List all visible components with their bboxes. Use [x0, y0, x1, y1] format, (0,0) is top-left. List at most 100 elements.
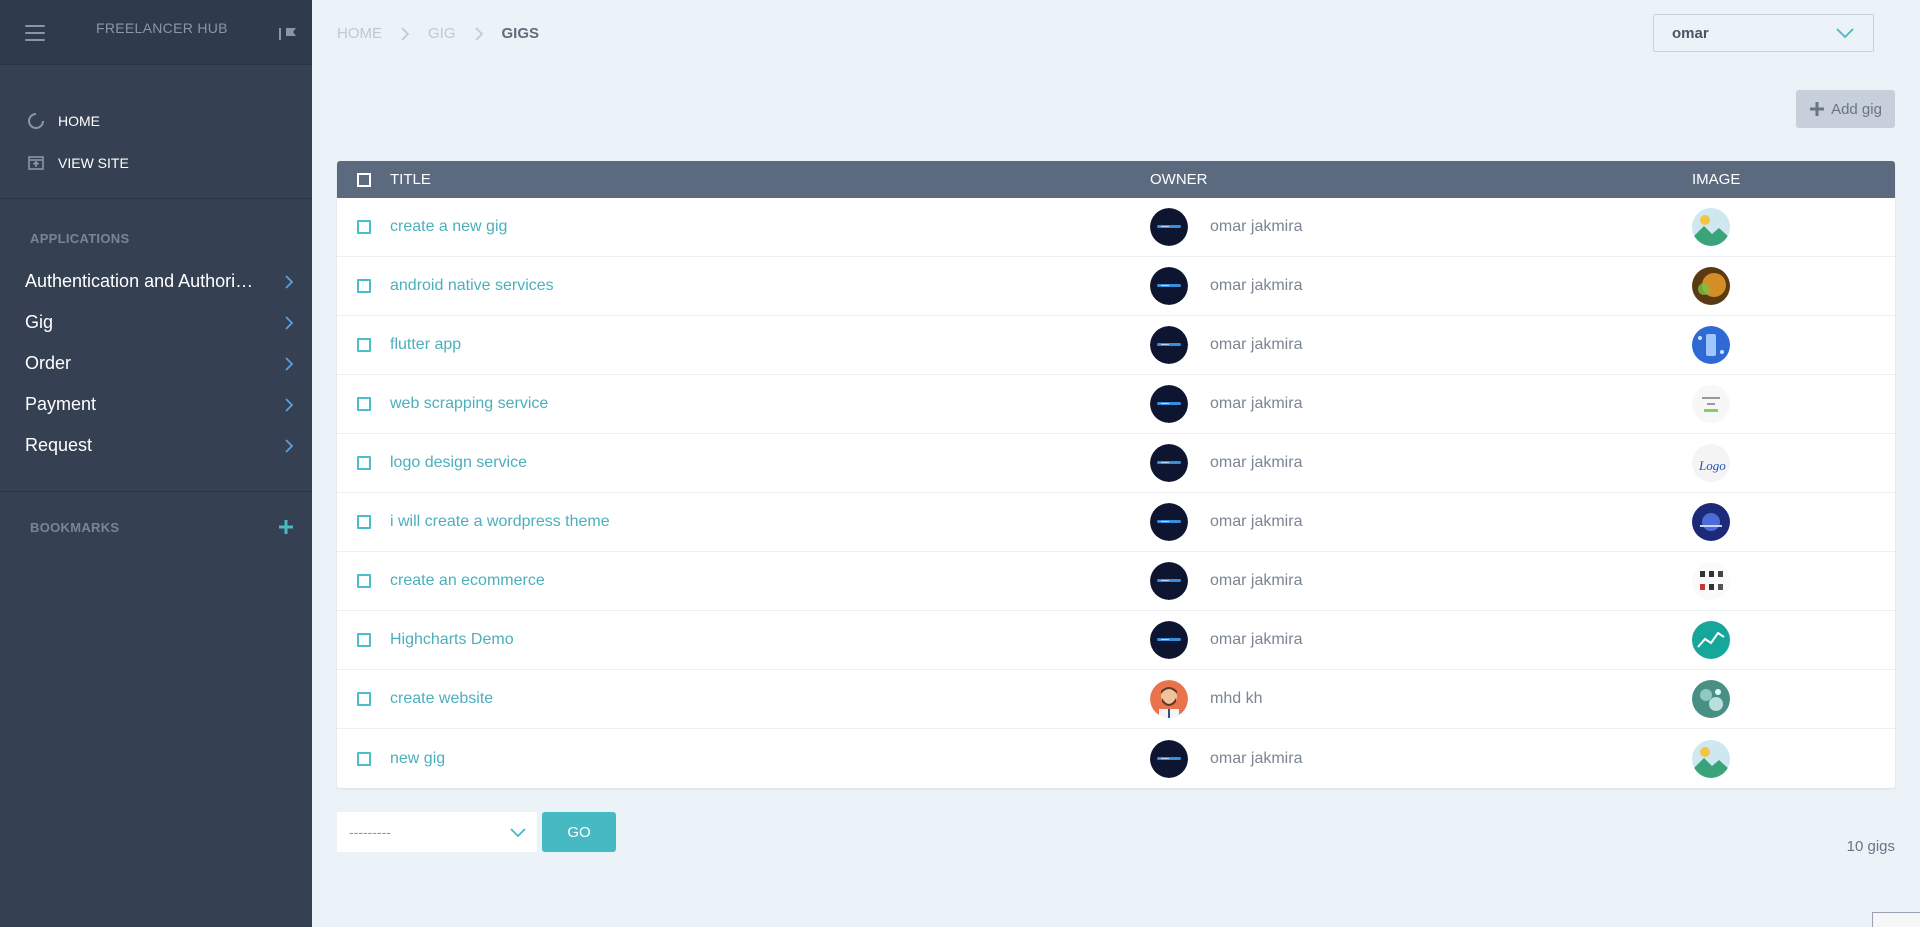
gig-image-thumbnail[interactable]: [1692, 385, 1730, 423]
user-select-value: omar: [1672, 24, 1709, 42]
hamburger-menu-icon[interactable]: [25, 25, 45, 41]
row-checkbox[interactable]: [356, 751, 371, 766]
sidebar-item-authentication[interactable]: Authentication and Authoriz…: [0, 261, 312, 302]
row-checkbox[interactable]: [356, 456, 371, 470]
sidebar-link-home[interactable]: HOME: [0, 100, 312, 142]
owner-name: omar jakmira: [1210, 631, 1303, 648]
gig-image-thumbnail[interactable]: [1692, 267, 1730, 305]
column-header-owner[interactable]: OWNER: [1150, 171, 1692, 188]
applications-title: APPLICATIONS: [30, 231, 130, 246]
table-row: create website mhd kh: [337, 670, 1895, 729]
owner-cell: omar jakmira: [1150, 385, 1692, 423]
user-select[interactable]: omar: [1653, 14, 1874, 52]
select-all-checkbox[interactable]: [356, 172, 371, 187]
owner-avatar: [1150, 326, 1188, 364]
gig-title-link[interactable]: create an ecommerce: [390, 572, 545, 589]
owner-name: omar jakmira: [1210, 218, 1303, 235]
gig-title-link[interactable]: create a new gig: [390, 218, 507, 235]
row-checkbox[interactable]: [356, 515, 371, 529]
owner-cell: mhd kh: [1150, 680, 1692, 718]
owner-name: omar jakmira: [1210, 454, 1303, 471]
gig-title-link[interactable]: new gig: [390, 750, 445, 767]
owner-cell: omar jakmira: [1150, 444, 1692, 482]
pin-icon[interactable]: [278, 24, 298, 42]
add-bookmark-icon[interactable]: [276, 517, 296, 537]
gig-image-thumbnail[interactable]: [1692, 621, 1730, 659]
gig-title-link[interactable]: i will create a wordpress theme: [390, 513, 610, 530]
chevron-down-icon: [1836, 28, 1854, 39]
gig-title-link[interactable]: web scrapping service: [390, 395, 548, 412]
row-checkbox[interactable]: [356, 338, 371, 352]
owner-name: omar jakmira: [1210, 749, 1303, 767]
column-header-title[interactable]: TITLE: [390, 171, 1150, 188]
gig-title-link[interactable]: logo design service: [390, 454, 527, 471]
row-checkbox[interactable]: [356, 397, 371, 411]
sidebar-link-view-site[interactable]: VIEW SITE: [0, 142, 312, 184]
gig-title-link[interactable]: Highcharts Demo: [390, 631, 514, 648]
table-body: create a new gig omar jakmira android nati…: [337, 198, 1895, 788]
main-content: HOME GIG GIGS omar Add gig TITLE OWNER I…: [312, 0, 1920, 927]
sidebar-item-payment[interactable]: Payment: [0, 384, 312, 425]
owner-cell: omar jakmira: [1150, 326, 1692, 364]
gig-image-thumbnail[interactable]: [1692, 503, 1730, 541]
gig-image-thumbnail[interactable]: [1692, 326, 1730, 364]
chevron-right-icon: [285, 438, 294, 453]
row-checkbox[interactable]: [356, 692, 371, 706]
breadcrumb-gigs: GIGS: [501, 25, 540, 42]
owner-cell: omar jakmira: [1150, 621, 1692, 659]
sidebar-links: HOME VIEW SITE: [0, 65, 312, 199]
chevron-right-icon: [285, 397, 294, 412]
resize-corner: [1872, 912, 1920, 927]
owner-cell: omar jakmira: [1150, 267, 1692, 305]
table-row: create an ecommerce omar jakmira: [337, 552, 1895, 611]
gig-image-thumbnail[interactable]: [1692, 739, 1730, 778]
sidebar-header: FREELANCER HUB: [0, 0, 312, 65]
go-button[interactable]: GO: [542, 812, 616, 852]
gig-title-link[interactable]: flutter app: [390, 336, 461, 353]
gigs-table: TITLE OWNER IMAGE create a new gig omar j…: [337, 161, 1895, 788]
column-header-image[interactable]: IMAGE: [1692, 171, 1895, 188]
add-gig-label: Add gig: [1831, 100, 1882, 118]
app-list: Authentication and Authoriz… Gig Order P…: [0, 261, 312, 466]
gig-title-link[interactable]: create website: [390, 690, 493, 707]
owner-avatar: [1150, 739, 1188, 778]
gig-image-thumbnail[interactable]: [1692, 680, 1730, 718]
add-gig-button[interactable]: Add gig: [1796, 90, 1895, 128]
table-row: flutter app omar jakmira: [337, 316, 1895, 375]
owner-name: omar jakmira: [1210, 513, 1303, 530]
sidebar: FREELANCER HUB HOME VIEW SITE APPLICATIO…: [0, 0, 312, 927]
owner-name: omar jakmira: [1210, 395, 1303, 412]
result-count: 10 gigs: [1846, 838, 1895, 855]
chevron-right-icon: [285, 356, 294, 371]
owner-name: mhd kh: [1210, 690, 1263, 707]
action-select[interactable]: ---------: [337, 812, 537, 852]
table-row: create a new gig omar jakmira: [337, 198, 1895, 257]
row-checkbox[interactable]: [356, 633, 371, 647]
gig-image-thumbnail[interactable]: [1692, 208, 1730, 246]
circle-notch-icon: [26, 111, 46, 131]
sidebar-item-gig[interactable]: Gig: [0, 302, 312, 343]
sidebar-link-label: HOME: [58, 113, 100, 129]
table-row: android native services omar jakmira: [337, 257, 1895, 316]
owner-avatar: [1150, 208, 1188, 246]
gig-title-link[interactable]: android native services: [390, 277, 554, 294]
breadcrumb-gig[interactable]: GIG: [428, 25, 456, 42]
sidebar-item-label: Gig: [25, 312, 54, 332]
table-row: web scrapping service omar jakmira: [337, 375, 1895, 434]
sidebar-item-label: Payment: [25, 394, 97, 414]
gig-image-thumbnail[interactable]: [1692, 562, 1730, 600]
owner-avatar: [1150, 621, 1188, 659]
brand-title: FREELANCER HUB: [96, 20, 228, 36]
owner-avatar: [1150, 267, 1188, 305]
sidebar-item-request[interactable]: Request: [0, 425, 312, 466]
owner-cell: omar jakmira: [1150, 739, 1692, 778]
breadcrumb-home[interactable]: HOME: [337, 25, 382, 42]
gig-image-thumbnail[interactable]: Logo: [1692, 444, 1730, 482]
chevron-right-icon: [401, 26, 410, 41]
row-checkbox[interactable]: [356, 279, 371, 293]
sidebar-item-order[interactable]: Order: [0, 343, 312, 384]
svg-text:Logo: Logo: [1698, 458, 1726, 473]
row-checkbox[interactable]: [356, 220, 371, 234]
row-checkbox[interactable]: [356, 574, 371, 588]
table-row: new gig omar jakmira: [337, 729, 1895, 788]
